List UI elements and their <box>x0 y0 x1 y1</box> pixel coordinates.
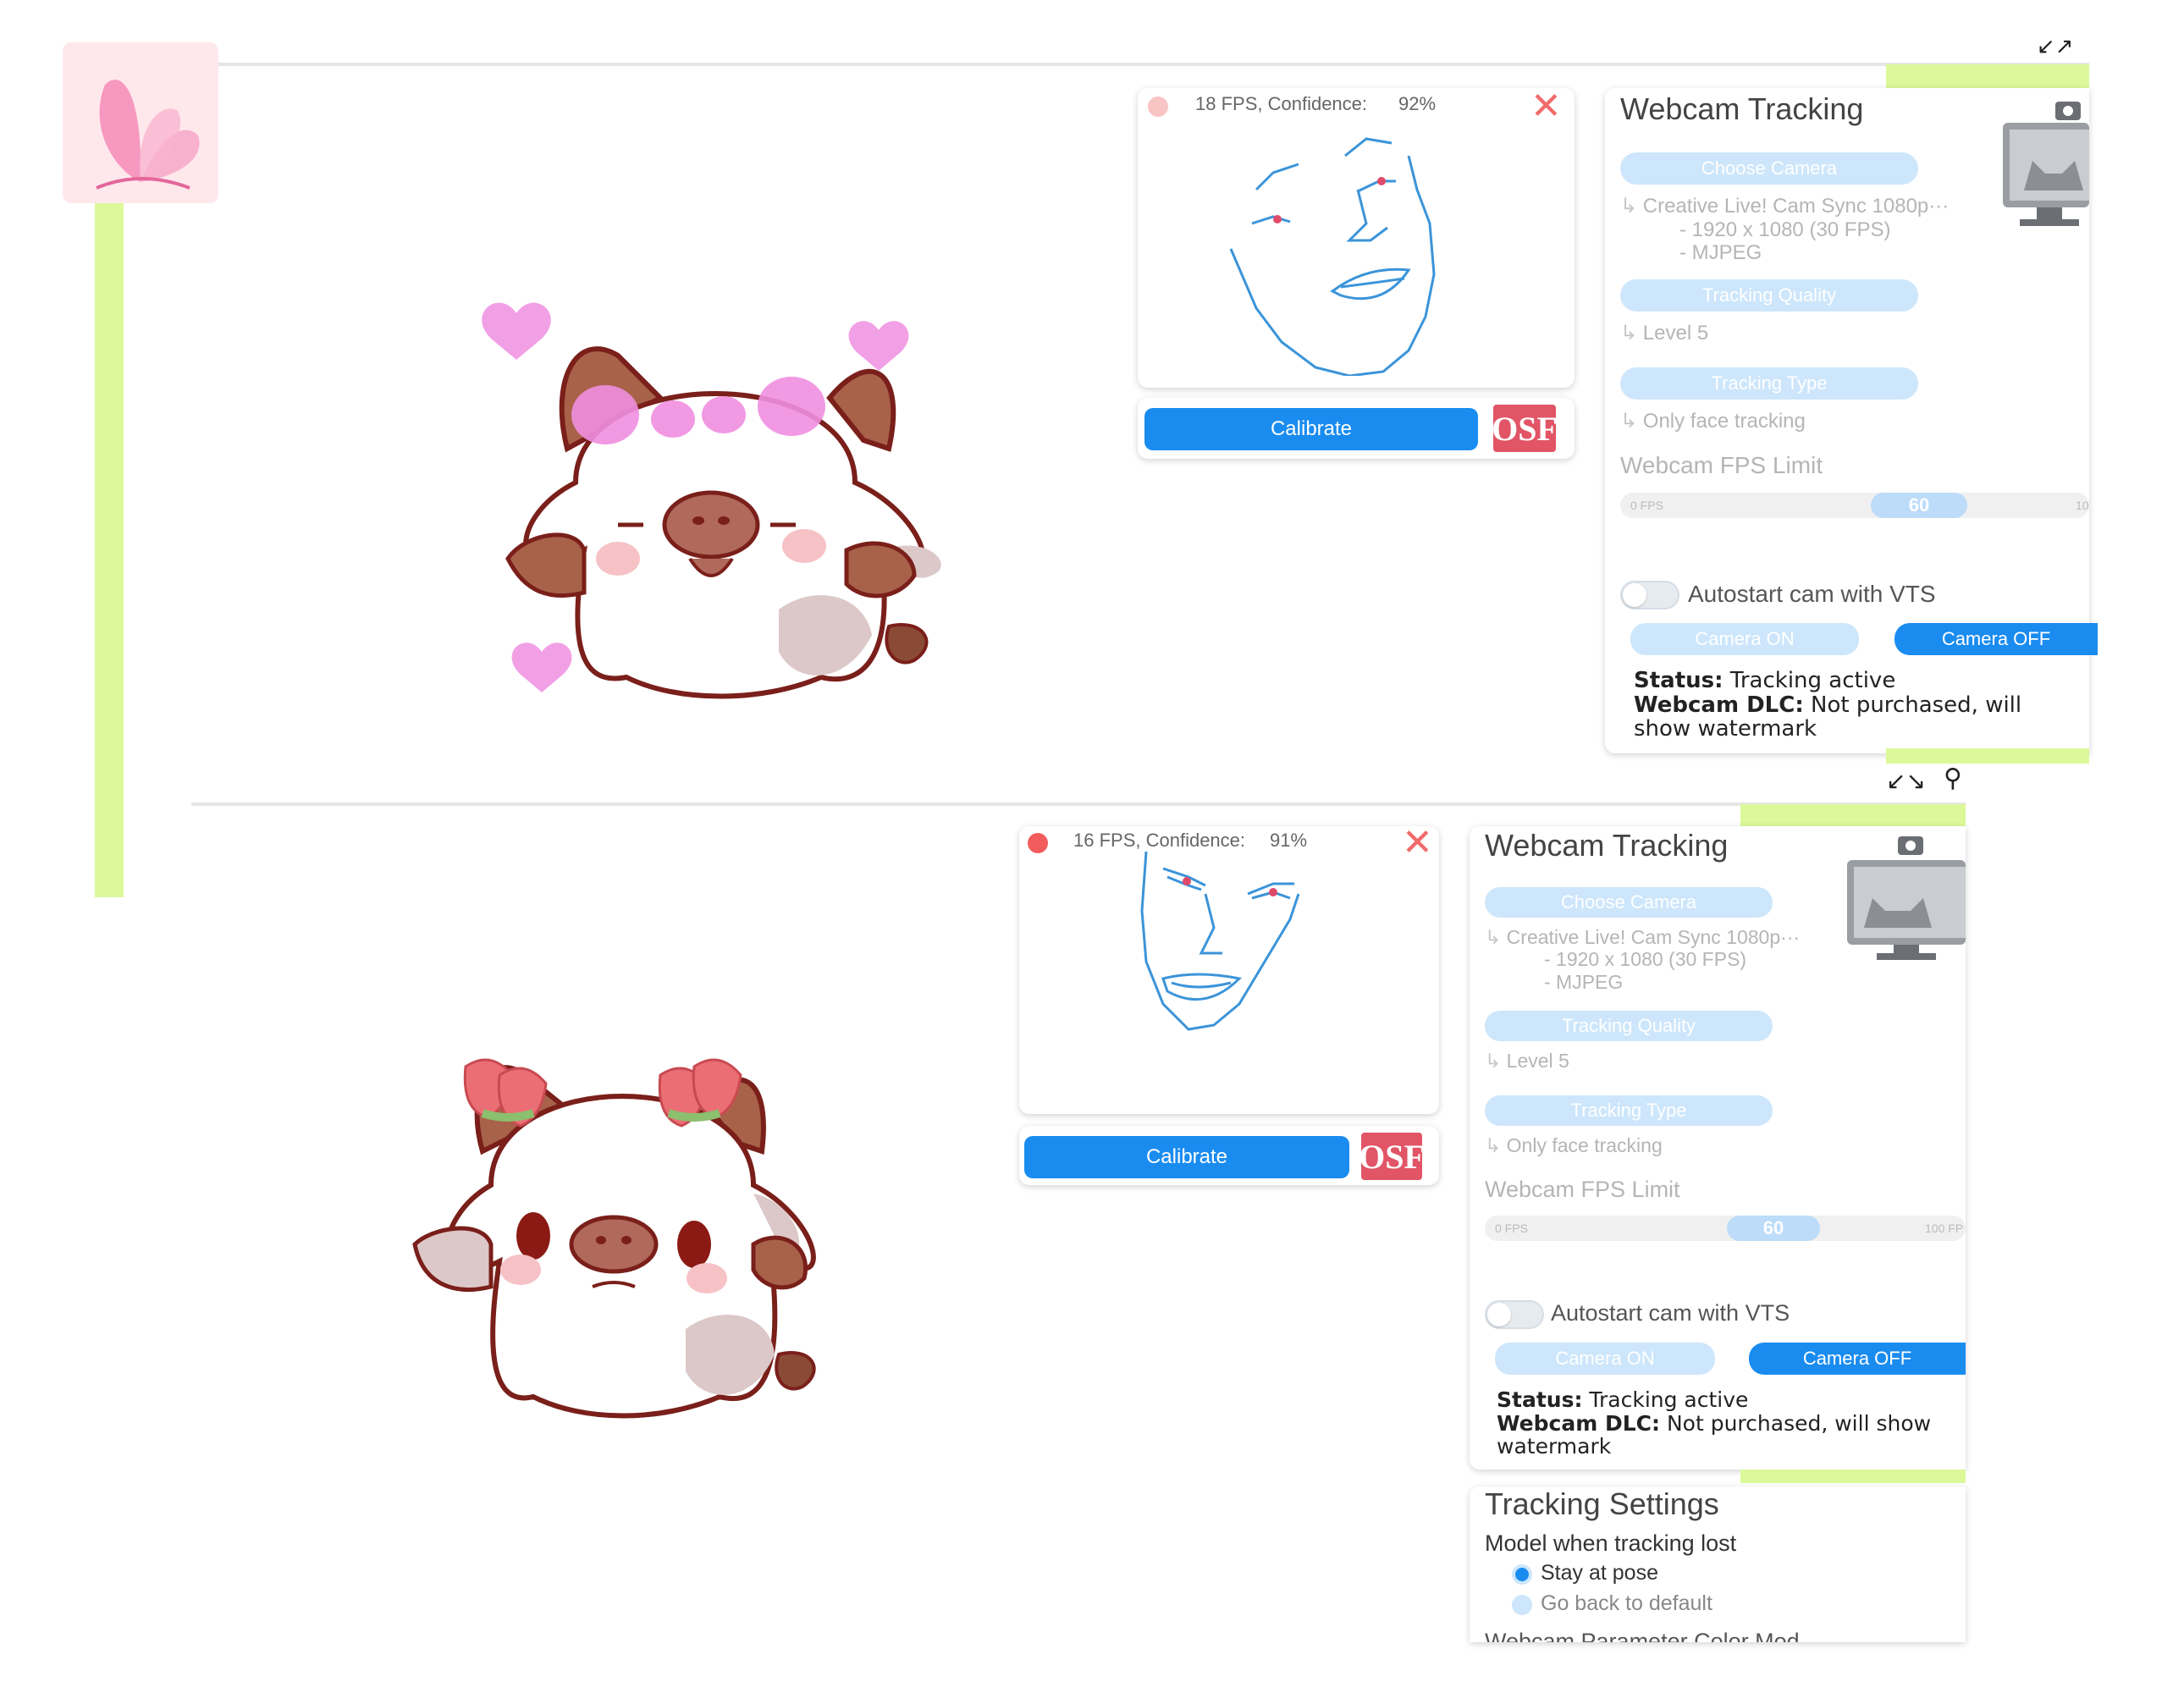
camera-off-button[interactable]: Camera OFF <box>1749 1343 1966 1375</box>
panel-title: Webcam Tracking <box>1620 91 1864 126</box>
osf-logo: OSF <box>1492 405 1558 452</box>
fps-slider[interactable]: 0 FPS 60 10 <box>1620 493 2089 518</box>
tracking-type-value: Only face tracking <box>1642 410 1806 433</box>
tracking-lost-label: Model when tracking lost <box>1485 1530 1737 1556</box>
pin-icon[interactable]: ⚲ <box>1944 764 1962 793</box>
fps-slider-knob[interactable]: 60 <box>1727 1216 1820 1241</box>
face-landmarks-top <box>1229 137 1436 376</box>
calibrate-button[interactable]: Calibrate <box>1024 1136 1349 1178</box>
status-value: Tracking active <box>1729 668 1896 693</box>
tracking-type-button[interactable]: Tracking Type <box>1485 1095 1773 1126</box>
status-block: Status: Tracking active Webcam DLC: Not … <box>1497 1388 1937 1459</box>
camera-info: ↳ Creative Live! Cam Sync 1080p··· - 192… <box>1620 195 2077 265</box>
tracking-status-dot <box>1028 833 1048 853</box>
tracking-quality-button[interactable]: Tracking Quality <box>1485 1011 1773 1041</box>
avatar-model-top <box>457 279 965 720</box>
avatar-model-bottom <box>398 1033 838 1439</box>
camera-info: ↳ Creative Live! Cam Sync 1080p··· - 192… <box>1485 926 1942 993</box>
top-bottom-green-bar <box>1886 748 2089 764</box>
fps-min: 0 FPS <box>1630 499 1663 512</box>
close-icon[interactable]: ✕ <box>1530 88 1562 125</box>
confidence-value: 92% <box>1398 93 1437 114</box>
autostart-toggle[interactable] <box>1485 1300 1544 1329</box>
camera-format: - MJPEG <box>1544 970 1624 993</box>
webcam-panel-bottom: Webcam Tracking Choose Camera ↳ Creative… <box>1470 826 1966 1470</box>
tracking-type-value: Only face tracking <box>1506 1134 1663 1156</box>
expand-icon[interactable]: ↙↘ <box>1886 767 1926 795</box>
status-key: Status: <box>1634 668 1723 693</box>
app-logo <box>63 42 218 203</box>
autostart-toggle[interactable] <box>1620 581 1679 609</box>
fps-max: 10 <box>2076 499 2089 512</box>
camera-format: - MJPEG <box>1679 241 1762 265</box>
top-green-bar <box>1886 64 2089 88</box>
fps-min: 0 FPS <box>1495 1221 1528 1235</box>
bottom-green-bar <box>1740 804 1966 828</box>
calibrate-row-bottom: Calibrate OSF <box>1019 1126 1439 1185</box>
fps-label: 18 FPS, Confidence: <box>1195 93 1368 114</box>
camera-name: Creative Live! Cam Sync 1080p··· <box>1506 926 1801 948</box>
choose-camera-button[interactable]: Choose Camera <box>1620 152 1918 185</box>
webcam-parameter-color-label: Webcam Parameter Color Mod <box>1485 1629 1800 1642</box>
calibrate-button[interactable]: Calibrate <box>1144 408 1478 450</box>
tracking-status-dot <box>1148 97 1168 117</box>
tracking-quality-value: Level 5 <box>1506 1050 1569 1072</box>
camera-resolution: - 1920 x 1080 (30 FPS) <box>1544 948 1747 971</box>
camera-off-button[interactable]: Camera OFF <box>1894 623 2098 655</box>
camera-on-button[interactable]: Camera ON <box>1630 623 1859 655</box>
status-value: Tracking active <box>1589 1387 1749 1412</box>
camera-on-button[interactable]: Camera ON <box>1495 1343 1715 1375</box>
status-key: Status: <box>1497 1387 1583 1412</box>
tracking-quality-value: Level 5 <box>1642 322 1709 345</box>
camera-resolution: - 1920 x 1080 (30 FPS) <box>1679 218 1891 241</box>
tracking-settings-panel: Tracking Settings Model when tracking lo… <box>1470 1486 1966 1642</box>
tracking-type-button[interactable]: Tracking Type <box>1620 367 1918 400</box>
dlc-key: Webcam DLC: <box>1634 692 1804 718</box>
tracking-preview-bottom: 16 FPS, Confidence: 91% ✕ <box>1019 824 1439 1114</box>
face-landmarks-bottom <box>1140 851 1300 1031</box>
webcam-panel-top: Webcam Tracking Choose Camera ↳ Creative… <box>1605 88 2098 753</box>
tracking-settings-title: Tracking Settings <box>1485 1486 1719 1521</box>
top-divider <box>218 63 2089 66</box>
fps-limit-label: Webcam FPS Limit <box>1485 1177 1680 1202</box>
choose-camera-button[interactable]: Choose Camera <box>1485 887 1773 918</box>
panel-title: Webcam Tracking <box>1485 828 1729 863</box>
option-stay-at-pose: Stay at pose <box>1541 1561 1658 1585</box>
calibrate-row-top: Calibrate OSF <box>1138 398 1575 459</box>
heart-icon <box>482 302 551 360</box>
option-go-back-default: Go back to default <box>1541 1591 1712 1615</box>
tracking-preview-top: 18 FPS, Confidence: 92% ✕ <box>1138 88 1575 388</box>
bottom-divider <box>191 802 1966 806</box>
autostart-label: Autostart cam with VTS <box>1551 1300 1790 1326</box>
camera-name: Creative Live! Cam Sync 1080p··· <box>1642 195 1950 218</box>
side-rail <box>95 186 124 897</box>
dlc-key: Webcam DLC: <box>1497 1410 1661 1436</box>
close-icon[interactable]: ✕ <box>1402 824 1433 862</box>
tracking-quality-button[interactable]: Tracking Quality <box>1620 279 1918 312</box>
osf-logo: OSF <box>1359 1133 1425 1180</box>
bottom-lower-green-bar <box>1740 1470 1966 1483</box>
fps-max: 100 FP <box>1925 1221 1964 1235</box>
collapse-icon[interactable]: ↙↗ <box>2037 34 2074 59</box>
radio-stay-at-pose[interactable] <box>1512 1564 1532 1585</box>
autostart-label: Autostart cam with VTS <box>1688 581 1936 607</box>
fps-limit-label: Webcam FPS Limit <box>1620 452 1823 478</box>
fps-slider-knob[interactable]: 60 <box>1871 493 1967 518</box>
status-block: Status: Tracking active Webcam DLC: Not … <box>1634 669 2074 742</box>
radio-go-back-default[interactable] <box>1512 1595 1532 1615</box>
fps-slider[interactable]: 0 FPS 60 100 FP <box>1485 1216 1966 1241</box>
